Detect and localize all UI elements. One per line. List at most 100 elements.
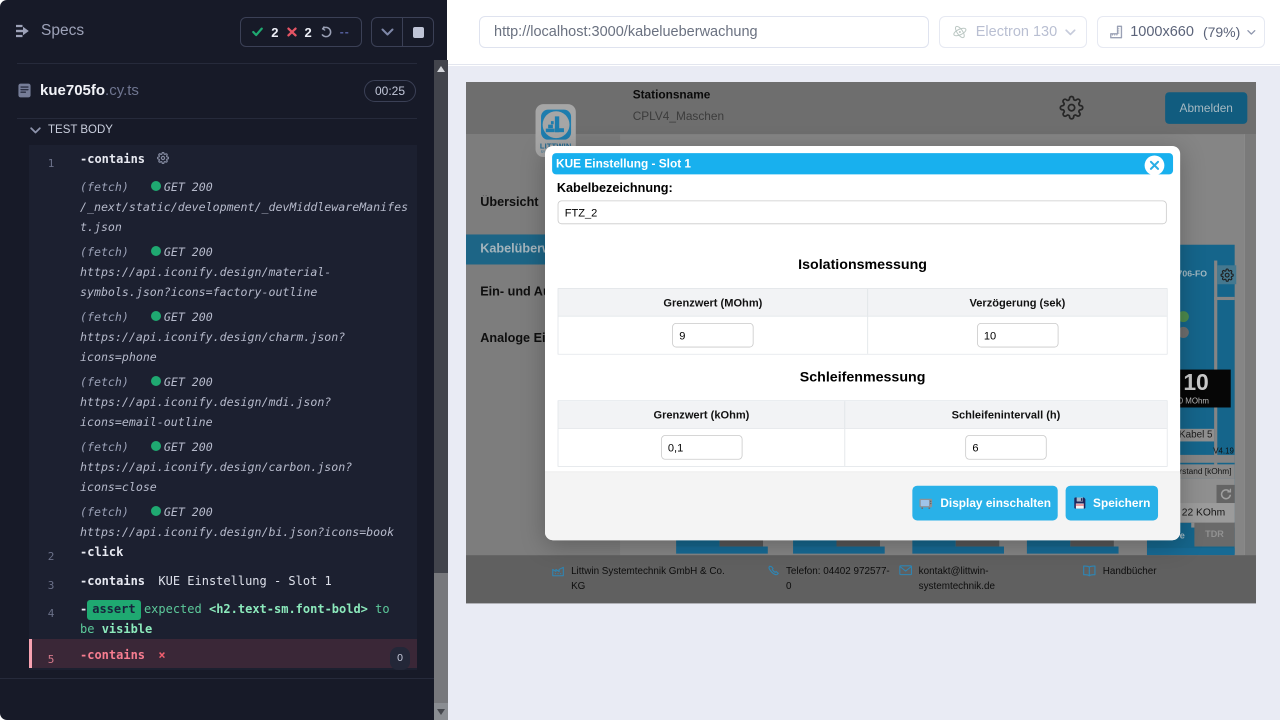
app-page-scrollbar[interactable]: [1244, 134, 1256, 555]
specs-menu-button[interactable]: Specs: [16, 22, 84, 40]
column-header: Grenzwert (kOhm): [558, 401, 845, 428]
slot-card-edge: [1027, 547, 1119, 554]
kue-settings-modal: KUE Einstellung - Slot 1 Kabelbezeichnun…: [545, 146, 1180, 540]
fetch-label: (fetch): [80, 310, 129, 324]
fetch-url: ​https://api.iconify.design/mdi.json?​ic…: [80, 395, 331, 429]
fetch-method-status: GET 200: [164, 180, 213, 194]
tdr-button[interactable]: TDR: [1194, 523, 1234, 547]
fetch-method-status: GET 200: [164, 310, 213, 324]
ruler-icon: [1109, 23, 1123, 41]
reporter-scrollbar[interactable]: [434, 60, 448, 720]
footer-contact-item: kontakt@littwin-systemtechnik.de: [899, 564, 1003, 594]
spec-extension: .cy.ts: [105, 82, 139, 99]
assert-badge: assert: [87, 600, 140, 620]
slot-divider: [1214, 297, 1235, 300]
specs-list-icon: [16, 24, 31, 38]
command-number: 4: [29, 604, 73, 623]
book-icon: [1082, 565, 1096, 581]
scrollbar-thumb[interactable]: [434, 573, 448, 703]
column-header: Schleifenintervall (h): [845, 401, 1167, 428]
divider: [0, 678, 434, 679]
cable-name-input[interactable]: [558, 201, 1167, 225]
viewport-selector[interactable]: 1000x660 (79%): [1097, 16, 1265, 48]
fetch-log-entry[interactable]: (fetch) GET 200 ​/_next/static/developmen…: [80, 177, 409, 237]
command-name: -contains: [80, 648, 145, 662]
modal-title: KUE Einstellung - Slot 1: [556, 157, 691, 170]
footer-contact-text: kontakt@littwin-systemtechnik.de: [919, 564, 1004, 594]
command-number: 5: [29, 649, 73, 670]
slot-card-edge: [1147, 548, 1235, 555]
command-row-contains-failed[interactable]: 5 -contains × 0: [29, 639, 417, 668]
command-row-contains-1[interactable]: 1 -contains (fetch)GET 200 ​/_next/stati…: [29, 145, 417, 542]
scroll-down-button[interactable]: [434, 703, 448, 720]
command-row-contains-3[interactable]: 3 -contains KUE Einstellung - Slot 1: [29, 567, 417, 596]
spec-file-icon: [18, 83, 31, 98]
spec-title[interactable]: kue705fo.cy.ts: [18, 82, 139, 99]
slot-card-edge: [793, 547, 885, 554]
save-label: Speichern: [1093, 496, 1150, 509]
modal-close-button[interactable]: [1145, 155, 1165, 175]
logo-square: [541, 110, 571, 140]
fetch-url: ​/_next/static/development/_devMiddlewar…: [80, 200, 408, 234]
command-name: -: [80, 602, 87, 616]
fetch-log-entry[interactable]: (fetch)GET 200 ​https://api.iconify.desi…: [80, 502, 409, 542]
status-ok-dot-icon: [151, 181, 161, 191]
fetch-url: ​https://api.iconify.design/material-sym…: [80, 265, 331, 299]
refresh-button[interactable]: [1217, 485, 1235, 503]
passed-icon: [252, 27, 263, 37]
browser-selector[interactable]: Electron 130: [939, 16, 1087, 48]
command-row-assert[interactable]: 4 -assert expected <h2.text-sm.font-bold…: [29, 596, 417, 639]
runner-url-bar: http://localhost:3000/kabelueberwachung …: [448, 0, 1280, 65]
url-input[interactable]: http://localhost:3000/kabelueberwachung: [479, 16, 929, 48]
fetch-url: ​https://api.iconify.design/charm.json?​…: [80, 330, 345, 364]
fetch-log-entry[interactable]: (fetch)GET 200 ​https://api.iconify.desi…: [80, 242, 409, 302]
fetch-log-entry[interactable]: (fetch) GET 200 ​https://api.iconify.desi…: [80, 307, 409, 367]
display-on-button[interactable]: Display einschalten: [912, 486, 1057, 521]
footer-contact-text: Handbücher: [1103, 564, 1157, 581]
spec-filename: kue705fo.cy.ts: [40, 82, 139, 99]
status-ok-dot-icon: [151, 441, 161, 451]
isolation-delay-input[interactable]: [977, 323, 1058, 347]
settings-gear-icon[interactable]: [1059, 95, 1083, 123]
failed-icon: [287, 27, 297, 37]
loop-limit-input[interactable]: [661, 435, 742, 459]
chevron-down-icon: [30, 127, 41, 134]
fetch-label: (fetch): [80, 505, 129, 519]
modal-footer: Display einschalten Speichern: [545, 471, 1180, 540]
stop-tests-button[interactable]: [402, 18, 433, 46]
test-body-label: TEST BODY: [48, 124, 113, 136]
slot-gear-icon[interactable]: [1217, 265, 1236, 284]
fetch-log-entry[interactable]: (fetch)GET 200 ​https://api.iconify.desi…: [80, 372, 409, 432]
command-name: -contains: [80, 152, 145, 166]
assert-state: visible: [102, 622, 153, 636]
fetch-log-entry[interactable]: (fetch)GET 200 ​https://api.iconify.desi…: [80, 437, 409, 497]
gear-icon: [157, 152, 169, 164]
collapse-tests-button[interactable]: [372, 18, 402, 46]
scroll-down-arrow-icon: [437, 709, 445, 715]
fetch-label: (fetch): [80, 440, 129, 454]
specs-label: Specs: [41, 22, 84, 40]
passed-count: 2: [271, 25, 278, 40]
app-footer: Littwin Systemtechnik GmbH & Co. KG Telef…: [466, 555, 1256, 603]
test-body-toggle[interactable]: TEST BODY: [30, 124, 113, 136]
chevron-down-icon: [1065, 29, 1076, 36]
footer-contact-text: Telefon: 04402 972577-0: [786, 564, 892, 594]
fetch-url: ​https://api.iconify.design/bi.json?​ico…: [80, 525, 394, 539]
save-button[interactable]: Speichern: [1066, 486, 1158, 521]
cable-name-label: Kabelbezeichnung:: [557, 182, 673, 196]
footer-contact-item: Littwin Systemtechnik GmbH & Co. KG: [551, 564, 731, 594]
isolation-limit-input[interactable]: [672, 323, 753, 347]
slot-card-edge: [912, 547, 1004, 554]
fail-x-mark: ×: [158, 648, 165, 662]
loop-interval-input[interactable]: [965, 435, 1046, 459]
command-row-click[interactable]: 2 -click: [29, 542, 417, 567]
scroll-up-arrow-icon[interactable]: [437, 66, 445, 72]
factory-icon: [551, 565, 564, 594]
assert-expected: expected: [144, 602, 209, 616]
footer-contact-item[interactable]: Handbücher: [1082, 564, 1193, 581]
divider: [17, 118, 417, 119]
logout-button[interactable]: Abmelden: [1165, 92, 1247, 124]
fetch-label: (fetch): [80, 180, 129, 194]
command-number: 2: [29, 546, 73, 567]
footer-contact-item: Telefon: 04402 972577-0: [767, 564, 892, 594]
